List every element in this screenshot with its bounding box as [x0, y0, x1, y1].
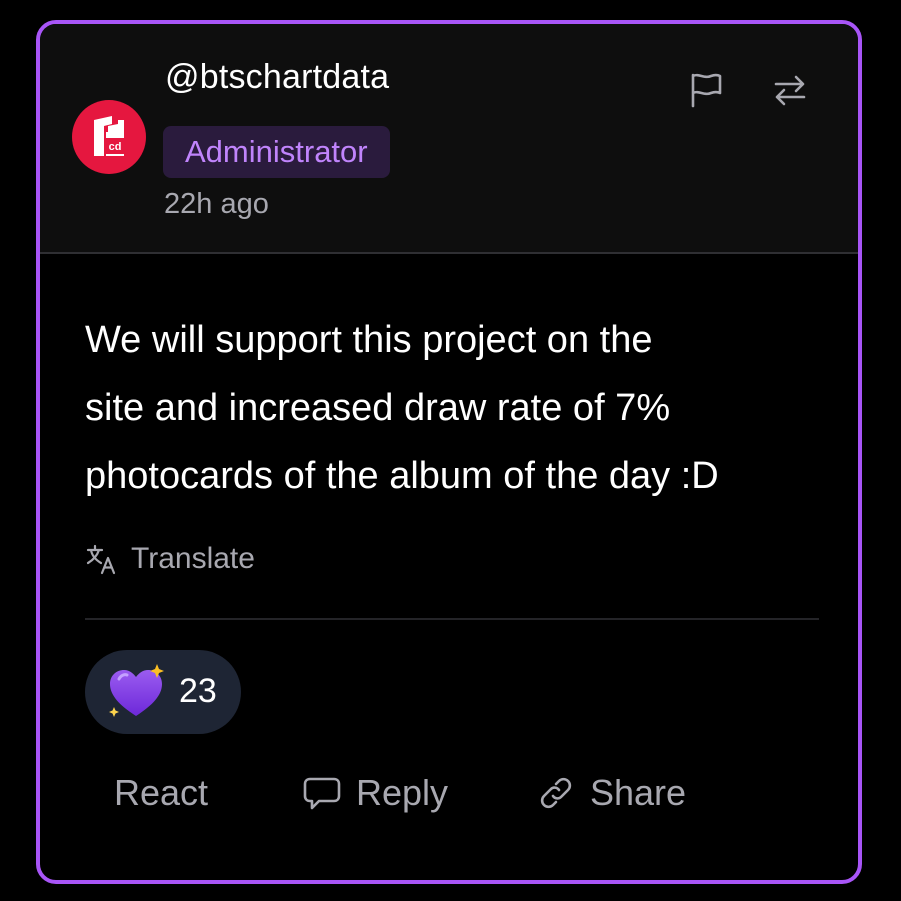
repost-button[interactable]: [768, 68, 812, 112]
react-button[interactable]: React: [114, 772, 208, 814]
share-button[interactable]: Share: [536, 772, 686, 814]
share-label: Share: [590, 772, 687, 813]
role-badge: Administrator: [163, 126, 390, 178]
post-body: We will support this project on the site…: [85, 306, 825, 510]
divider: [85, 618, 819, 620]
translate-button[interactable]: Translate: [85, 542, 255, 576]
repost-icon: [774, 75, 806, 106]
reply-button[interactable]: Reply: [302, 772, 448, 814]
avatar[interactable]: cd: [72, 100, 146, 174]
channel-logo-icon: cd: [94, 116, 124, 156]
translate-label: Translate: [131, 542, 255, 575]
post-header: cd @btschartdata Administrator 22h ago: [40, 24, 858, 254]
svg-text:cd: cd: [109, 141, 122, 153]
reaction-count: 23: [179, 672, 217, 710]
post-body-line: photocards of the album of the day :D: [85, 455, 719, 497]
purple-heart-sparkle-icon: [109, 664, 164, 717]
flag-icon: [691, 73, 722, 108]
post-body-line: site and increased draw rate of 7%: [85, 387, 671, 429]
link-icon: [540, 777, 572, 809]
username[interactable]: @btschartdata: [165, 58, 389, 97]
comment-icon: [303, 777, 341, 810]
post-body-line: We will support this project on the: [85, 319, 653, 361]
timestamp: 22h ago: [164, 188, 269, 220]
translate-icon: [86, 544, 116, 575]
reply-label: Reply: [356, 772, 449, 813]
react-label: React: [114, 772, 209, 813]
reaction-pill[interactable]: 23: [85, 650, 241, 734]
post-card: cd @btschartdata Administrator 22h ago W…: [36, 20, 862, 884]
flag-button[interactable]: [684, 68, 728, 112]
